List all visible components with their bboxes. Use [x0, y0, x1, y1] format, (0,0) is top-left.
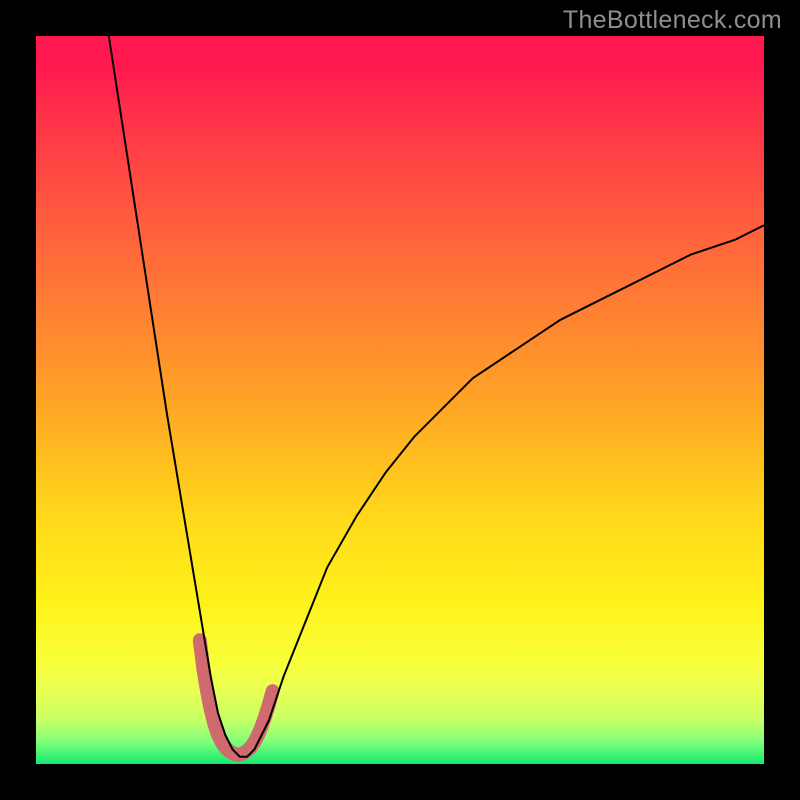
chart-frame: TheBottleneck.com	[0, 0, 800, 800]
series-valley-highlight	[200, 640, 273, 754]
watermark-text: TheBottleneck.com	[563, 6, 782, 35]
curve-layer	[36, 36, 764, 764]
gradient-plot-area	[36, 36, 764, 764]
